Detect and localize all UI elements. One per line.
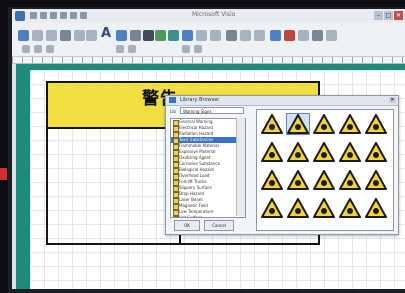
connector-tool-icon[interactable]	[155, 30, 166, 41]
warning-trip-icon[interactable]	[365, 198, 387, 218]
dialog-close-button[interactable]: ✕	[389, 97, 396, 103]
warning-overhead-icon[interactable]	[261, 170, 283, 190]
group-icon[interactable]	[240, 30, 251, 41]
align-left-icon[interactable]	[116, 30, 127, 41]
shadow-icon[interactable]	[210, 30, 221, 41]
maximize-button[interactable]: □	[384, 11, 393, 20]
symbol-grid[interactable]	[256, 109, 394, 231]
pointer-tool-icon[interactable]	[143, 30, 154, 41]
dialog-title-bar: Library Browser ✕	[166, 96, 398, 106]
title-bar: Microsoft Visio – □ ✕	[12, 9, 405, 24]
customize-icon[interactable]	[70, 12, 77, 19]
line-icon[interactable]	[196, 30, 207, 41]
indent-icon[interactable]	[128, 45, 136, 53]
print-icon[interactable]	[80, 12, 87, 19]
align-center-icon[interactable]	[130, 30, 141, 41]
app-logo-icon	[15, 11, 25, 21]
layers-icon[interactable]	[284, 30, 295, 41]
paste-icon[interactable]	[18, 30, 29, 41]
change-shape-icon[interactable]	[298, 30, 309, 41]
cancel-button[interactable]: Cancel	[204, 220, 234, 231]
dialog-title: Library Browser	[180, 97, 220, 103]
category-select[interactable]: Warning Signs	[180, 107, 244, 114]
line-pattern-icon[interactable]	[194, 45, 202, 53]
dialog-app-icon	[169, 97, 176, 103]
save-icon[interactable]	[30, 12, 37, 19]
grow-font-icon[interactable]	[34, 45, 42, 53]
warning-noise-icon[interactable]	[287, 198, 309, 218]
warning-forklift-icon[interactable]	[287, 170, 309, 190]
warning-biohazard-icon[interactable]	[365, 114, 387, 134]
warning-flammable-icon[interactable]	[261, 142, 283, 162]
warning-oxidizer-icon[interactable]	[313, 142, 335, 162]
fill-icon[interactable]	[182, 30, 193, 41]
arrange-icon[interactable]	[226, 30, 237, 41]
library-dialog: Library Browser ✕ Lib Warning Signs Gene…	[165, 95, 399, 235]
undo-icon[interactable]	[40, 12, 47, 19]
horizontal-ruler	[12, 57, 405, 64]
list-item[interactable]: Hot Surface	[171, 215, 245, 217]
text-tool-icon[interactable]	[168, 30, 179, 41]
ribbon-toolbar: A	[12, 23, 405, 57]
warning-general-icon[interactable]	[261, 114, 283, 134]
application-window: Microsoft Visio – □ ✕ A 警告 Library Brows…	[12, 9, 405, 289]
drawing-canvas[interactable]: 警告 Library Browser ✕ Lib Warning Signs G…	[16, 64, 405, 289]
bullets-icon[interactable]	[116, 45, 124, 53]
warning-low-temp-icon[interactable]	[313, 198, 335, 218]
select-icon[interactable]	[326, 30, 337, 41]
redo-icon[interactable]	[50, 12, 57, 19]
format-painter-icon[interactable]	[60, 30, 71, 41]
cut-icon[interactable]	[32, 30, 43, 41]
ok-button[interactable]: OK	[174, 220, 200, 231]
screen: Microsoft Visio – □ ✕ A 警告 Library Brows…	[8, 7, 405, 293]
bring-front-icon[interactable]	[254, 30, 265, 41]
warning-laser-icon[interactable]	[365, 142, 387, 162]
warning-drop-icon[interactable]	[261, 198, 283, 218]
font-color-icon[interactable]: A	[101, 26, 111, 41]
warning-magnetic-icon[interactable]	[339, 170, 361, 190]
italic-icon[interactable]	[86, 30, 97, 41]
close-button[interactable]: ✕	[394, 11, 403, 20]
find-icon[interactable]	[312, 30, 323, 41]
copy-icon[interactable]	[46, 30, 57, 41]
warning-explosive-icon[interactable]	[287, 142, 309, 162]
quick-access-icon[interactable]	[60, 12, 67, 19]
shrink-font-icon[interactable]	[46, 45, 54, 53]
list-scrollbar[interactable]	[236, 118, 245, 216]
category-label: Lib	[170, 109, 176, 114]
warning-crush-icon[interactable]	[339, 198, 361, 218]
warning-electric-icon[interactable]	[286, 113, 310, 135]
warning-hot-icon[interactable]	[365, 170, 387, 190]
warning-corrosive-icon[interactable]	[339, 142, 361, 162]
window-title: Microsoft Visio	[192, 11, 236, 18]
warning-toxic-icon[interactable]	[339, 114, 361, 134]
minimize-button[interactable]: –	[374, 11, 383, 20]
line-weight-icon[interactable]	[182, 45, 190, 53]
symbol-category-list[interactable]: General Warning Electrical Hazard Radiatio…	[170, 118, 246, 218]
drawing-page[interactable]: 警告 Library Browser ✕ Lib Warning Signs G…	[30, 70, 405, 289]
warning-slippery-icon[interactable]	[313, 170, 335, 190]
font-size-icon[interactable]	[22, 45, 30, 53]
warning-radiation-icon[interactable]	[313, 114, 335, 134]
left-edge-marker	[0, 168, 7, 180]
bold-icon[interactable]	[74, 30, 85, 41]
position-icon[interactable]	[270, 30, 281, 41]
